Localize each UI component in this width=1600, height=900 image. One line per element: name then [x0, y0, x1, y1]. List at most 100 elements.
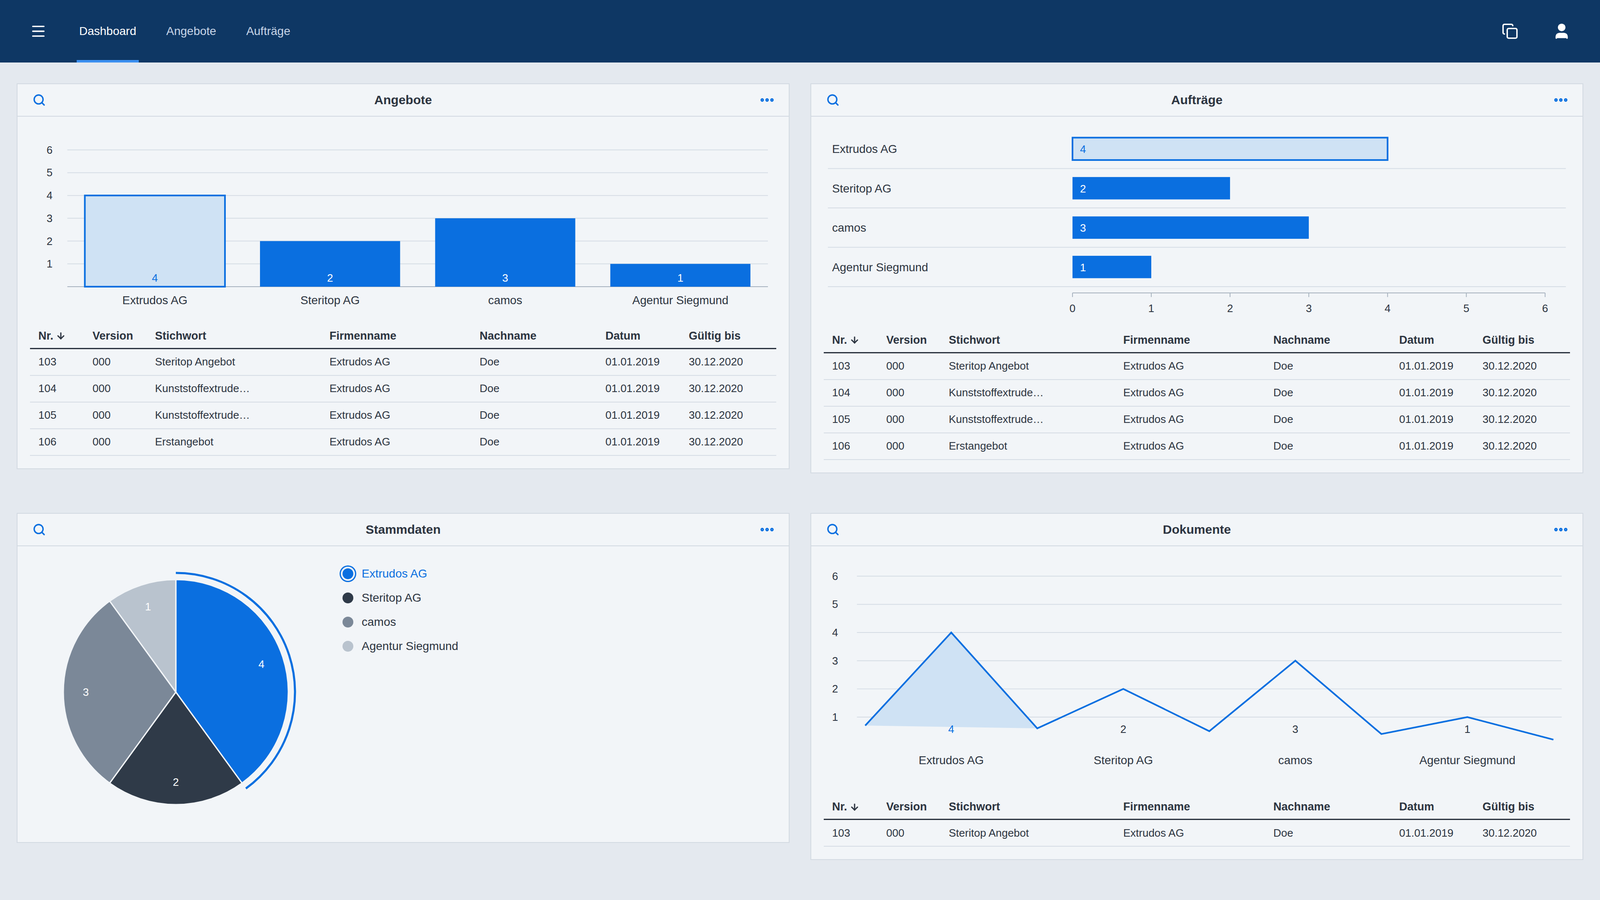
column-header[interactable]: Datum: [1399, 800, 1479, 814]
column-header[interactable]: Stichwort: [155, 329, 326, 343]
table-cell: Doe: [1273, 412, 1395, 426]
menu-icon[interactable]: [25, 17, 52, 45]
table-cell: Extrudos AG: [1123, 826, 1270, 840]
column-header[interactable]: Version: [92, 329, 151, 343]
bar[interactable]: 3camos: [435, 218, 575, 307]
svg-text:5: 5: [832, 598, 838, 611]
more-icon[interactable]: [753, 516, 781, 543]
y-tick: 4: [832, 626, 1562, 639]
svg-text:3: 3: [502, 272, 508, 284]
column-header[interactable]: Gültig bis: [1482, 800, 1562, 814]
peak-point[interactable]: 2Steritop AG: [1093, 723, 1153, 768]
svg-text:2: 2: [832, 683, 838, 695]
pie-slice[interactable]: 1: [109, 579, 176, 693]
windows-icon[interactable]: [1496, 17, 1524, 45]
column-header[interactable]: Stichwort: [948, 800, 1120, 814]
table-row[interactable]: 106000ErstangebotExtrudos AGDoe01.01.201…: [823, 433, 1570, 460]
column-header[interactable]: Stichwort: [948, 333, 1120, 347]
x-tick: 1: [1148, 292, 1155, 315]
y-tick: 5: [832, 598, 1562, 611]
table-cell: Erstangebot: [155, 435, 326, 449]
search-icon[interactable]: [25, 516, 53, 543]
table-row[interactable]: 103000Steritop AngebotExtrudos AGDoe01.0…: [823, 820, 1570, 847]
search-icon[interactable]: [819, 86, 847, 114]
nav-tab[interactable]: Aufträge: [243, 0, 293, 63]
legend-item[interactable]: Steritop AG: [342, 591, 459, 605]
column-header[interactable]: Version: [886, 800, 945, 814]
column-header[interactable]: Gültig bis: [1482, 333, 1562, 347]
legend-item[interactable]: camos: [342, 615, 459, 629]
svg-text:4: 4: [258, 657, 265, 671]
bar[interactable]: camos3: [827, 216, 1566, 248]
column-header[interactable]: Nachname: [1273, 800, 1395, 814]
table-row[interactable]: 103000Steritop AngebotExtrudos AGDoe01.0…: [823, 353, 1570, 380]
bar-chart: 6543214Extrudos AG2Steritop AG3camos1Age…: [30, 125, 777, 316]
table-cell: Extrudos AG: [1123, 386, 1270, 400]
table-cell: Doe: [1273, 386, 1395, 400]
user-icon[interactable]: [1548, 17, 1575, 45]
legend-item[interactable]: Agentur Siegmund: [342, 639, 459, 653]
more-icon[interactable]: [1547, 86, 1575, 114]
legend-item[interactable]: Extrudos AG: [342, 567, 459, 581]
svg-text:3: 3: [1292, 723, 1299, 735]
table-cell: 30.12.2020: [688, 355, 768, 369]
nav-tab[interactable]: Angebote: [163, 0, 219, 63]
column-header[interactable]: Datum: [1399, 333, 1479, 347]
peak-point[interactable]: 1Agentur Siegmund: [1419, 723, 1516, 768]
table-row[interactable]: 104000Kunststoffextrude…Extrudos AGDoe01…: [823, 380, 1570, 407]
table-cell: 105: [832, 412, 883, 426]
table-cell: Steritop Angebot: [155, 355, 326, 369]
svg-text:6: 6: [1542, 302, 1548, 315]
dashboard-page: Dashboard Angebote Aufträge Angebote 6 5 4 3 2 1 4…: [0, 0, 1600, 900]
bar[interactable]: Extrudos AG 4: [827, 137, 1566, 169]
column-header[interactable]: Nachname: [479, 329, 602, 343]
column-header[interactable]: Firmenname: [329, 329, 476, 343]
pie-chart: 4231: [42, 558, 310, 826]
svg-text:2: 2: [172, 775, 179, 789]
search-icon[interactable]: [25, 86, 53, 114]
table-row[interactable]: 105000Kunststoffextrude…Extrudos AGDoe01…: [823, 406, 1570, 434]
selected-area[interactable]: [865, 632, 1038, 729]
column-header[interactable]: Version: [886, 333, 945, 347]
x-tick: 4: [1384, 292, 1391, 315]
table-row[interactable]: 106000ErstangebotExtrudos AGDoe01.01.201…: [30, 429, 777, 456]
table-cell: Steritop Angebot: [948, 359, 1120, 373]
nav-tabs: Dashboard Angebote Aufträge: [76, 0, 1472, 63]
svg-text:5: 5: [1463, 302, 1470, 315]
nav-tab[interactable]: Dashboard: [76, 0, 139, 63]
table-cell: 01.01.2019: [605, 355, 685, 369]
bar[interactable]: 4Extrudos AG: [85, 195, 225, 307]
peak-point[interactable]: 3camos: [1278, 723, 1313, 768]
panel-title: Angebote: [52, 92, 754, 108]
bar[interactable]: 1Agentur Siegmund: [610, 263, 751, 307]
svg-text:Extrudos AG: Extrudos AG: [832, 142, 898, 156]
bar[interactable]: Steritop AG2: [827, 177, 1566, 208]
svg-text:1: 1: [1464, 723, 1471, 735]
table-row[interactable]: 104000Kunststoffextrude…Extrudos AGDoe01…: [30, 375, 777, 403]
panel-header: Aufträge: [811, 84, 1583, 117]
column-header[interactable]: Nr.: [832, 333, 883, 347]
column-header[interactable]: Datum: [605, 329, 685, 343]
table-row[interactable]: 105000Kunststoffextrude…Extrudos AGDoe01…: [30, 402, 777, 430]
table-cell: 000: [886, 412, 945, 426]
column-header[interactable]: Firmenname: [1123, 333, 1270, 347]
bar[interactable]: 2Steritop AG: [260, 241, 400, 307]
bar[interactable]: Agentur Siegmund1: [827, 255, 1566, 287]
peak-point[interactable]: 4Extrudos AG: [918, 723, 984, 768]
x-tick: 2: [1227, 292, 1233, 315]
column-header[interactable]: Gültig bis: [688, 329, 768, 343]
panel-header: Angebote: [17, 84, 789, 117]
search-icon[interactable]: [819, 516, 847, 543]
table-row[interactable]: 103000Steritop AngebotExtrudos AGDoe01.0…: [30, 349, 777, 376]
stammdaten-panel: Stammdaten4231Extrudos AGSteritop AGcamo…: [16, 512, 790, 843]
column-header[interactable]: Firmenname: [1123, 800, 1270, 814]
more-icon[interactable]: [1547, 516, 1575, 543]
table-cell: 30.12.2020: [688, 435, 768, 449]
legend-dot: [342, 592, 354, 604]
svg-text:4: 4: [1080, 143, 1086, 155]
column-header[interactable]: Nr.: [832, 800, 883, 814]
column-header[interactable]: Nr.: [38, 329, 89, 343]
column-header[interactable]: Nachname: [1273, 333, 1395, 347]
auftraege-panel: Aufträge Extrudos AG 4 Steritop AG2 camos3 Ag…: [810, 83, 1584, 474]
more-icon[interactable]: [753, 86, 781, 114]
